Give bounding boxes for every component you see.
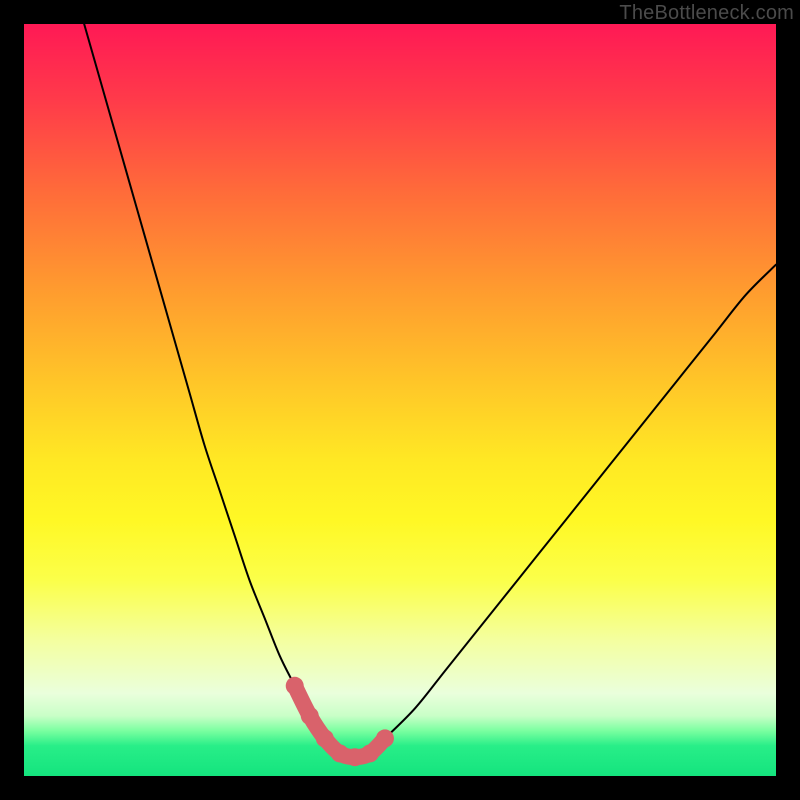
highlight-dot: [331, 744, 349, 762]
outer-frame: TheBottleneck.com: [0, 0, 800, 800]
highlight-dot: [316, 729, 334, 747]
watermark-text: TheBottleneck.com: [619, 2, 794, 25]
highlight-dot: [301, 707, 319, 725]
highlight-dot: [376, 729, 394, 747]
highlight-dot: [286, 677, 304, 695]
bottleneck-curve-highlight-dots: [286, 677, 394, 766]
bottleneck-curve-svg: [24, 24, 776, 776]
highlight-dot: [361, 744, 379, 762]
plot-area: [24, 24, 776, 776]
highlight-dot: [346, 748, 364, 766]
bottleneck-curve-line: [84, 24, 776, 757]
